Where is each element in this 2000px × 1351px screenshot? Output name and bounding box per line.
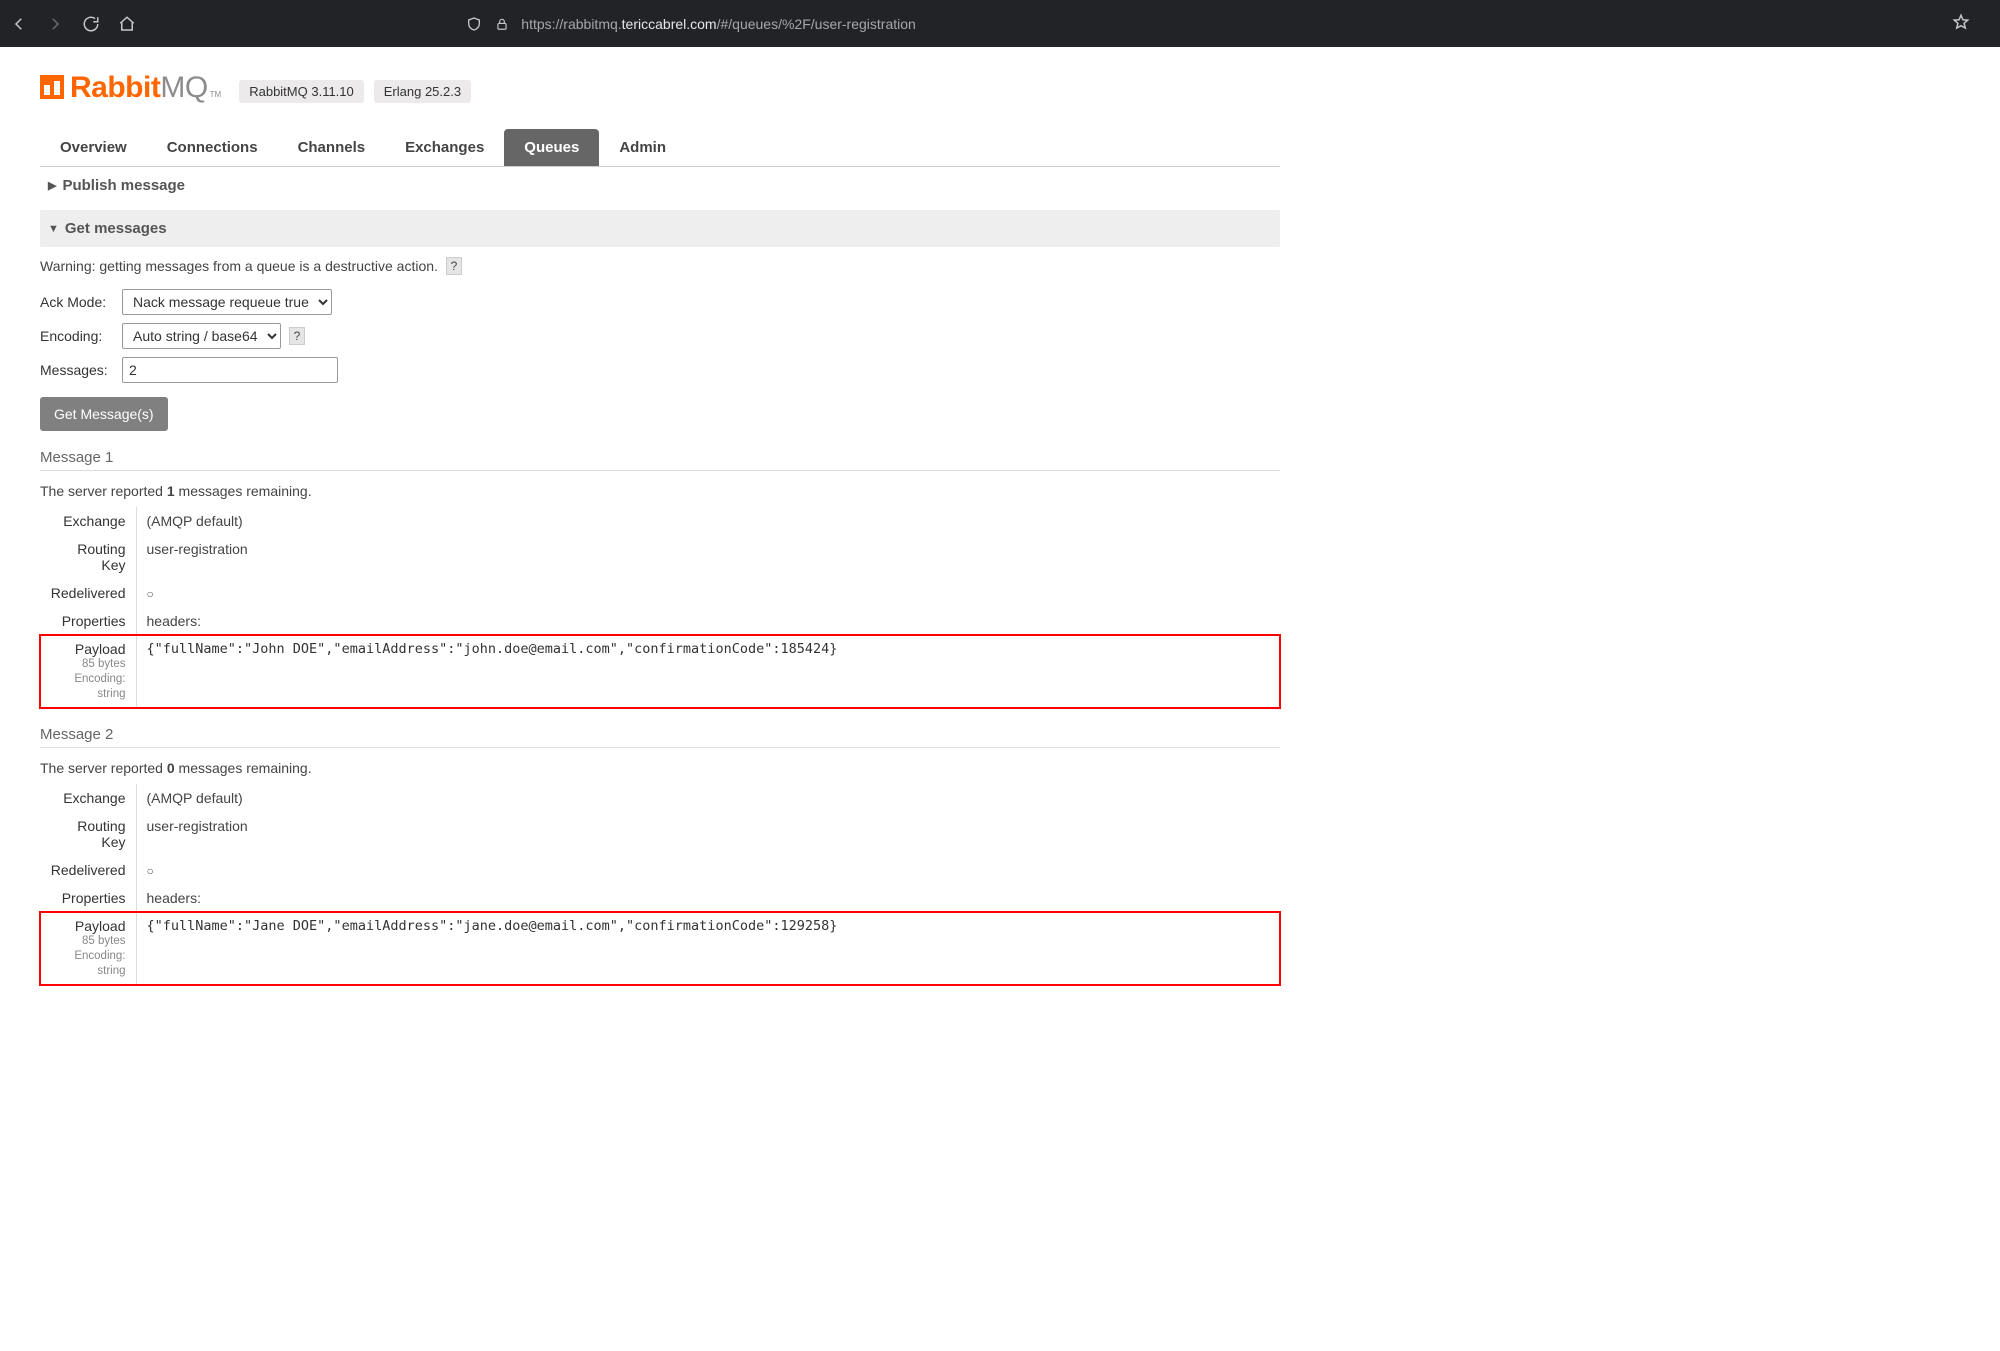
browser-nav (10, 15, 136, 33)
label-payload: Payload 85 bytes Encoding: string (40, 912, 136, 985)
value-exchange: (AMQP default) (136, 784, 1280, 812)
message-block: Message 2 The server reported 0 messages… (40, 726, 1280, 985)
help-button[interactable]: ? (446, 257, 462, 275)
value-routing-key: user-registration (136, 535, 1280, 579)
browser-chrome: https://rabbitmq.tericcabrel.com/#/queue… (0, 0, 2000, 47)
message-details: Exchange (AMQP default) Routing Key user… (40, 784, 1280, 985)
section-publish-message[interactable]: ▶ Publish message (40, 167, 1280, 204)
value-redelivered (136, 579, 1280, 607)
shield-icon[interactable] (465, 15, 483, 33)
main-nav: Overview Connections Channels Exchanges … (40, 129, 1280, 167)
lock-icon[interactable] (493, 15, 511, 33)
payload-encoding: Encoding: string (50, 949, 126, 979)
remaining-text: The server reported 0 messages remaining… (40, 760, 1280, 776)
value-properties: headers: (136, 607, 1280, 635)
tab-queues[interactable]: Queues (504, 129, 599, 166)
value-payload: {"fullName":"Jane DOE","emailAddress":"j… (136, 912, 1280, 985)
message-details: Exchange (AMQP default) Routing Key user… (40, 507, 1280, 708)
remaining-text: The server reported 1 messages remaining… (40, 483, 1280, 499)
forward-icon[interactable] (46, 15, 64, 33)
get-messages-button[interactable]: Get Message(s) (40, 397, 168, 431)
encoding-label: Encoding: (40, 328, 122, 344)
value-redelivered (136, 856, 1280, 884)
logo-text: RabbitMQ (70, 71, 208, 105)
header: RabbitMQ TM RabbitMQ 3.11.10 Erlang 25.2… (40, 71, 1280, 105)
rabbitmq-logo-icon (40, 75, 64, 99)
encoding-select[interactable]: Auto string / base64 (122, 323, 281, 349)
label-redelivered: Redelivered (40, 579, 136, 607)
label-exchange: Exchange (40, 784, 136, 812)
erlang-version: Erlang 25.2.3 (374, 80, 471, 103)
reload-icon[interactable] (82, 15, 100, 33)
label-exchange: Exchange (40, 507, 136, 535)
bookmark-star-icon[interactable] (1952, 13, 1970, 34)
row-redelivered: Redelivered (40, 579, 1280, 607)
url-bar[interactable]: https://rabbitmq.tericcabrel.com/#/queue… (152, 15, 1936, 33)
url-path: /#/queues/%2F/user-registration (717, 16, 916, 32)
ack-mode-label: Ack Mode: (40, 294, 122, 310)
chevron-down-icon: ▼ (48, 223, 59, 235)
value-properties: headers: (136, 884, 1280, 912)
section-title: Publish message (62, 177, 185, 194)
section-title: Get messages (65, 220, 167, 237)
warning-row: Warning: getting messages from a queue i… (40, 257, 1280, 275)
value-routing-key: user-registration (136, 812, 1280, 856)
label-properties: Properties (40, 884, 136, 912)
tab-overview[interactable]: Overview (40, 129, 147, 166)
tab-exchanges[interactable]: Exchanges (385, 129, 504, 166)
section-get-messages[interactable]: ▼ Get messages (40, 210, 1280, 247)
logo-tm: TM (210, 90, 222, 99)
messages-count-input[interactable] (122, 357, 338, 383)
row-redelivered: Redelivered (40, 856, 1280, 884)
warning-text: Warning: getting messages from a queue i… (40, 258, 438, 274)
payload-bytes: 85 bytes (50, 657, 126, 672)
row-properties: Properties headers: (40, 884, 1280, 912)
home-icon[interactable] (118, 15, 136, 33)
url-host: tericcabrel.com (622, 16, 717, 32)
redelivered-false-icon (147, 585, 154, 601)
value-payload: {"fullName":"John DOE","emailAddress":"j… (136, 635, 1280, 708)
back-icon[interactable] (10, 15, 28, 33)
url-prefix: https://rabbitmq. (521, 16, 621, 32)
tab-connections[interactable]: Connections (147, 129, 278, 166)
row-properties: Properties headers: (40, 607, 1280, 635)
message-block: Message 1 The server reported 1 messages… (40, 449, 1280, 708)
message-title: Message 2 (40, 726, 1280, 748)
row-payload: Payload 85 bytes Encoding: string {"full… (40, 635, 1280, 708)
label-redelivered: Redelivered (40, 856, 136, 884)
messages-label: Messages: (40, 362, 122, 378)
chevron-right-icon: ▶ (48, 179, 56, 192)
rabbitmq-version: RabbitMQ 3.11.10 (239, 80, 364, 103)
tab-channels[interactable]: Channels (278, 129, 386, 166)
redelivered-false-icon (147, 862, 154, 878)
label-payload: Payload 85 bytes Encoding: string (40, 635, 136, 708)
row-payload: Payload 85 bytes Encoding: string {"full… (40, 912, 1280, 985)
logo: RabbitMQ TM (40, 71, 221, 105)
value-exchange: (AMQP default) (136, 507, 1280, 535)
row-routing-key: Routing Key user-registration (40, 812, 1280, 856)
help-button[interactable]: ? (289, 327, 305, 345)
payload-bytes: 85 bytes (50, 934, 126, 949)
row-routing-key: Routing Key user-registration (40, 535, 1280, 579)
ack-mode-select[interactable]: Nack message requeue true (122, 289, 332, 315)
label-routing-key: Routing Key (40, 812, 136, 856)
label-properties: Properties (40, 607, 136, 635)
row-exchange: Exchange (AMQP default) (40, 507, 1280, 535)
message-title: Message 1 (40, 449, 1280, 471)
tab-admin[interactable]: Admin (599, 129, 686, 166)
url-text: https://rabbitmq.tericcabrel.com/#/queue… (521, 16, 916, 32)
row-exchange: Exchange (AMQP default) (40, 784, 1280, 812)
get-messages-form: Ack Mode: Nack message requeue true Enco… (40, 289, 1280, 431)
label-routing-key: Routing Key (40, 535, 136, 579)
version-badges: RabbitMQ 3.11.10 Erlang 25.2.3 (239, 80, 471, 103)
payload-encoding: Encoding: string (50, 672, 126, 702)
